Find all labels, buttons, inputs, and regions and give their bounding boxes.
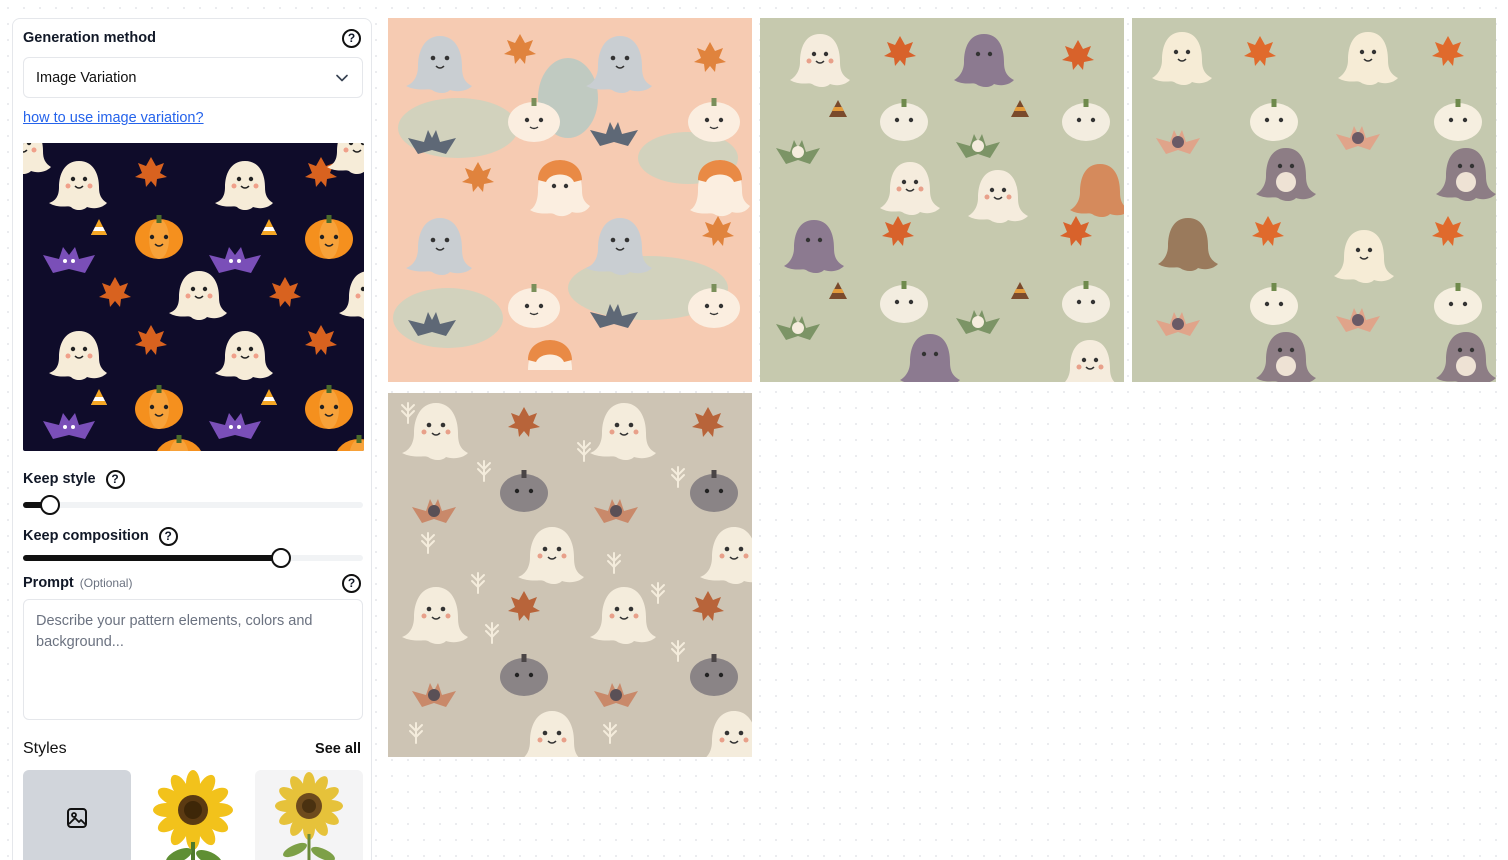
prompt-optional-label: (Optional) (79, 576, 133, 590)
halloween-pattern-image (23, 143, 364, 451)
keep-composition-slider-thumb[interactable] (271, 548, 292, 568)
generation-method-label: Generation method (23, 30, 156, 46)
keep-style-slider-thumb[interactable] (40, 495, 61, 515)
halloween-pattern-image (1132, 18, 1496, 382)
keep-composition-label: Keep composition (23, 528, 149, 544)
keep-style-row: Keep style ? (23, 468, 361, 490)
prompt-input[interactable]: Describe your pattern elements, colors a… (23, 599, 363, 720)
help-icon[interactable]: ? (158, 526, 178, 546)
halloween-pattern-image (388, 393, 752, 757)
style-tile-sunflower-1[interactable] (139, 770, 247, 860)
prompt-placeholder: Describe your pattern elements, colors a… (36, 613, 313, 650)
chevron-down-icon (336, 74, 348, 81)
keep-style-slider[interactable] (23, 495, 363, 515)
halloween-pattern-image (760, 18, 1124, 382)
result-image-3[interactable] (1132, 18, 1496, 382)
halloween-pattern-image (388, 18, 752, 382)
see-all-link[interactable]: See all (315, 741, 361, 757)
how-to-use-link[interactable]: how to use image variation? (23, 110, 204, 126)
keep-composition-slider-fill (23, 555, 282, 561)
style-tile-sunflower-2[interactable] (255, 770, 363, 860)
keep-composition-row: Keep composition ? (23, 525, 361, 547)
settings-panel: Generation method ? Image Variation how … (12, 18, 372, 860)
result-image-4[interactable] (388, 393, 752, 757)
prompt-row: Prompt (Optional) ? (23, 572, 361, 594)
prompt-label: Prompt (Optional) (23, 575, 132, 591)
result-image-1[interactable] (388, 18, 752, 382)
prompt-label-text: Prompt (23, 575, 74, 591)
generation-method-value: Image Variation (36, 69, 137, 86)
style-tile-upload[interactable] (23, 770, 131, 860)
styles-header: Styles See all (23, 738, 361, 760)
sunflower-image (153, 770, 233, 860)
help-icon[interactable]: ? (342, 573, 361, 593)
keep-composition-slider[interactable] (23, 548, 363, 568)
keep-style-label: Keep style (23, 471, 96, 487)
generation-method-select[interactable]: Image Variation (23, 57, 363, 98)
result-image-2[interactable] (760, 18, 1124, 382)
styles-title: Styles (23, 740, 67, 757)
image-upload-icon (67, 807, 87, 828)
help-icon[interactable]: ? (105, 469, 125, 489)
generation-method-row: Generation method ? (23, 27, 361, 49)
help-icon[interactable]: ? (342, 28, 361, 48)
source-image-preview (23, 143, 364, 451)
sunflower-image (275, 772, 343, 860)
